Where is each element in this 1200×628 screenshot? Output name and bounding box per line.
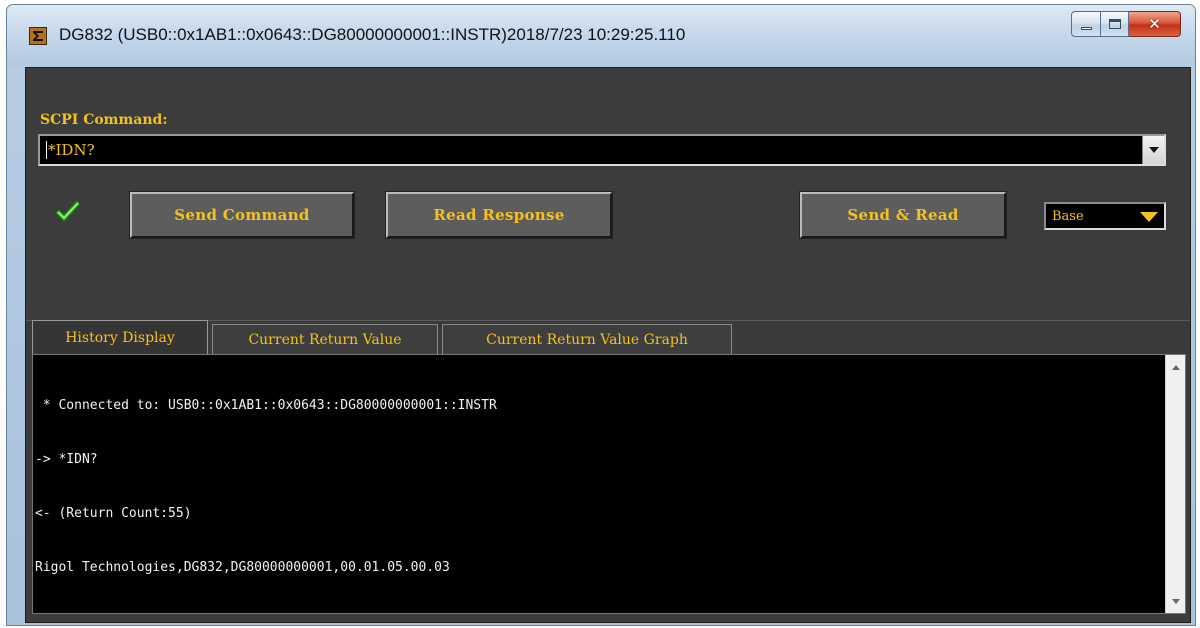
tab-current-return-value[interactable]: Current Return Value xyxy=(212,324,438,354)
scpi-command-input[interactable] xyxy=(40,136,1140,164)
sigma-icon[interactable] xyxy=(29,27,47,45)
scroll-up-button[interactable] xyxy=(1166,357,1186,377)
vertical-scrollbar[interactable] xyxy=(1165,355,1185,613)
tab-current-return-value-graph[interactable]: Current Return Value Graph xyxy=(442,324,732,354)
maximize-icon xyxy=(1108,19,1121,29)
chevron-down-icon xyxy=(1148,147,1159,153)
client-area: SCPI Command: Send Command Read Response… xyxy=(25,67,1191,623)
arrow-up-icon xyxy=(1172,364,1180,370)
send-and-read-button[interactable]: Send & Read xyxy=(799,191,1007,239)
maximize-button[interactable] xyxy=(1101,11,1129,37)
minimize-button[interactable] xyxy=(1071,11,1101,37)
tab-strip: History Display Current Return Value Cur… xyxy=(26,320,1190,354)
history-line: * Connected to: USB0::0x1AB1::0x0643::DG… xyxy=(35,398,497,413)
read-response-button[interactable]: Read Response xyxy=(385,191,613,239)
text-caret xyxy=(46,141,47,159)
dropdown-arrow-icon xyxy=(1140,212,1158,222)
scpi-command-combobox[interactable] xyxy=(38,134,1166,166)
format-select-value: Base xyxy=(1052,209,1084,224)
app-window: DG832 (USB0::0x1AB1::0x0643::DG800000000… xyxy=(6,4,1196,626)
check-icon xyxy=(55,200,81,222)
window-title: DG832 (USB0::0x1AB1::0x0643::DG800000000… xyxy=(59,25,686,44)
history-display[interactable]: * Connected to: USB0::0x1AB1::0x0643::DG… xyxy=(32,354,1186,614)
format-select[interactable]: Base xyxy=(1044,202,1166,230)
history-line: <- (Return Count:55) xyxy=(35,506,192,521)
tab-history-display[interactable]: History Display xyxy=(32,320,208,354)
scpi-command-label: SCPI Command: xyxy=(40,112,168,128)
close-icon: ✕ xyxy=(1148,15,1161,33)
close-button[interactable]: ✕ xyxy=(1129,11,1181,37)
window-controls: ✕ xyxy=(1071,11,1181,37)
arrow-down-icon xyxy=(1172,598,1180,604)
title-bar[interactable]: DG832 (USB0::0x1AB1::0x0643::DG800000000… xyxy=(7,5,1195,67)
minimize-icon xyxy=(1080,26,1092,30)
command-dropdown-button[interactable] xyxy=(1142,136,1164,164)
scroll-down-button[interactable] xyxy=(1166,591,1186,611)
send-command-button[interactable]: Send Command xyxy=(129,191,355,239)
history-line: Rigol Technologies,DG832,DG80000000001,0… xyxy=(35,560,450,575)
history-line: -> *IDN? xyxy=(35,452,98,467)
history-log: * Connected to: USB0::0x1AB1::0x0643::DG… xyxy=(35,361,1155,613)
